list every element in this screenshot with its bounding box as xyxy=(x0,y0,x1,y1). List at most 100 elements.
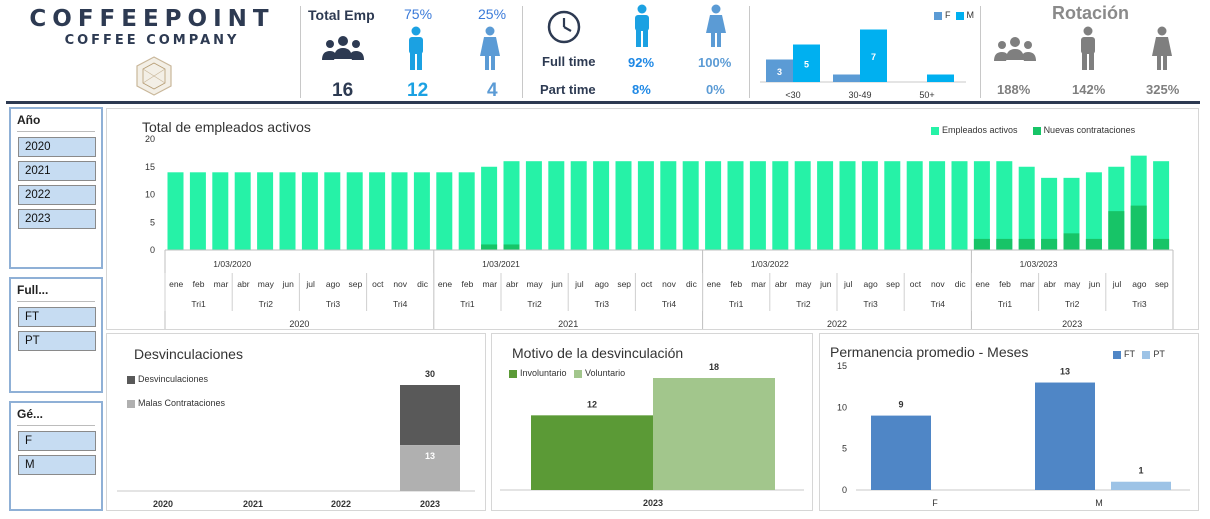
header-divider xyxy=(6,101,1200,104)
month-label: may xyxy=(527,279,544,289)
age-bar-label: 3 xyxy=(777,67,782,77)
quarter-label: Tri2 xyxy=(1065,299,1080,309)
quarter-label: Tri1 xyxy=(460,299,475,309)
active-employees-chart: 05101520ene feb mar abr may jun jul ago sep oct no… xyxy=(145,134,1174,329)
year-slicer-item-2023[interactable]: 2023 xyxy=(18,209,96,229)
contract-slicer: Full... FT PT xyxy=(9,277,103,393)
permanencia-chart: 0 5 10 15 F 9 M 13 1 xyxy=(837,361,1190,508)
company-logo-subtitle: COFFEE COMPANY xyxy=(64,33,240,48)
active-employees-bar xyxy=(906,161,923,250)
total-emp-label: Total Emp xyxy=(308,7,375,23)
month-label: ene xyxy=(438,279,452,289)
female-icon xyxy=(480,26,500,70)
age-bar-label: 7 xyxy=(871,52,876,62)
female-count: 4 xyxy=(487,80,498,101)
month-label: jun xyxy=(550,279,563,289)
quarter-label: Tri3 xyxy=(863,299,878,309)
company-logo-title: COFFEEPOINT xyxy=(29,6,275,32)
active-employees-bar xyxy=(234,172,251,250)
active-employees-bar xyxy=(839,161,856,250)
full-time-male-pct: 92% xyxy=(628,55,655,70)
perm-data-label: 13 xyxy=(1060,367,1070,377)
month-label: mar xyxy=(214,279,229,289)
age-range-chart: 3 5 <30 7 30-49 50+ xyxy=(760,29,966,100)
people-group-icon xyxy=(994,37,1036,61)
active-employees-panel: Total de empleados activos Empleados act… xyxy=(106,108,1199,330)
year-slicer-item-2021[interactable]: 2021 xyxy=(18,161,96,181)
male-count: 12 xyxy=(407,80,429,101)
month-label: jul xyxy=(843,279,853,289)
month-label: sep xyxy=(1155,279,1169,289)
new-hires-bar xyxy=(973,238,990,250)
month-label: dic xyxy=(417,279,429,289)
active-employees-bar xyxy=(794,161,811,250)
total-emp-value: 16 xyxy=(332,80,354,101)
people-group-icon xyxy=(322,36,364,60)
perm-bar-ft xyxy=(1035,382,1095,490)
year-label: 2022 xyxy=(827,319,847,329)
month-label: ene xyxy=(169,279,183,289)
month-label: abr xyxy=(1044,279,1056,289)
month-label: abr xyxy=(506,279,518,289)
month-label: ene xyxy=(707,279,721,289)
perm-bar-pt xyxy=(1111,481,1171,490)
male-icon xyxy=(1081,26,1095,70)
desvinculaciones-bar xyxy=(400,385,460,446)
perm-category-label: M xyxy=(1095,498,1103,508)
month-label: feb xyxy=(730,279,742,289)
new-hires-bar xyxy=(503,244,520,250)
quarter-label: Tri2 xyxy=(796,299,811,309)
quarter-label: Tri1 xyxy=(998,299,1013,309)
y-axis-tick: 5 xyxy=(150,217,155,227)
new-hires-bar xyxy=(1018,238,1035,250)
month-label: nov xyxy=(931,279,945,289)
perm-y-tick: 0 xyxy=(842,485,847,495)
rotation-total-pct: 188% xyxy=(997,82,1031,97)
year-slicer-item-2020[interactable]: 2020 xyxy=(18,137,96,157)
month-label: sep xyxy=(349,279,363,289)
desvinculaciones-data-label: 30 xyxy=(425,369,435,379)
month-label: ago xyxy=(326,279,340,289)
active-employees-bar xyxy=(346,172,363,250)
month-label: sep xyxy=(886,279,900,289)
gender-slicer-item-f[interactable]: F xyxy=(18,431,96,451)
active-employees-bar xyxy=(817,161,834,250)
active-employees-bar xyxy=(167,172,184,250)
active-employees-bar xyxy=(660,161,677,250)
perm-category-label: F xyxy=(932,498,938,508)
active-employees-bar xyxy=(257,172,274,250)
age-category-label: <30 xyxy=(785,90,800,100)
desvinculaciones-panel: Desvinculaciones Desvinculaciones Malas … xyxy=(106,333,486,511)
active-employees-bar xyxy=(413,172,430,250)
month-label: ago xyxy=(1132,279,1146,289)
active-employees-bar xyxy=(369,172,386,250)
month-label: dic xyxy=(955,279,967,289)
month-label: oct xyxy=(372,279,384,289)
month-label: ene xyxy=(976,279,990,289)
part-time-label: Part time xyxy=(540,82,596,97)
active-employees-bar xyxy=(458,172,475,250)
desv-year-label: 2023 xyxy=(420,499,440,509)
contract-slicer-item-ft[interactable]: FT xyxy=(18,307,96,327)
full-time-label: Full time xyxy=(542,54,596,69)
month-label: sep xyxy=(617,279,631,289)
active-employees-bar xyxy=(884,161,901,250)
active-employees-bar xyxy=(570,161,587,250)
new-hires-bar xyxy=(1085,238,1102,250)
year-label: 2023 xyxy=(1062,319,1082,329)
full-time-female-pct: 100% xyxy=(698,55,732,70)
contract-slicer-item-pt[interactable]: PT xyxy=(18,331,96,351)
active-employees-bar xyxy=(951,161,968,250)
perm-data-label: 1 xyxy=(1138,466,1143,476)
active-employees-bar xyxy=(637,161,654,250)
involuntario-bar xyxy=(531,415,653,490)
year-slicer-item-2022[interactable]: 2022 xyxy=(18,185,96,205)
gender-slicer-item-m[interactable]: M xyxy=(18,455,96,475)
active-employees-bar xyxy=(705,161,722,250)
logo-emblem-icon xyxy=(136,56,172,96)
perm-data-label: 9 xyxy=(898,400,903,410)
gender-slicer: Gé... F M xyxy=(9,401,103,511)
year-slicer: Año 2020 2021 2022 2023 xyxy=(9,107,103,269)
permanencia-panel: Permanencia promedio - Meses FT PT 0 5 10 1… xyxy=(819,333,1199,511)
month-label: jun xyxy=(282,279,295,289)
